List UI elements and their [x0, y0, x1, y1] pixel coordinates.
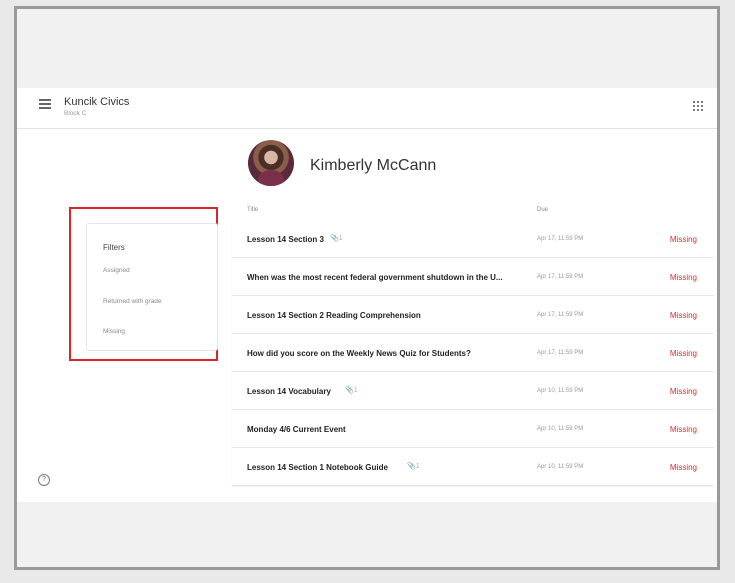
status-missing: Missing: [669, 387, 697, 396]
assignment-title: How did you score on the Weekly News Qui…: [247, 349, 471, 358]
assignment-row[interactable]: Monday 4/6 Current Event Apr 10, 11:59 P…: [232, 410, 713, 448]
classroom-app: Kuncik Civics Block C Filters Assigned R…: [17, 88, 717, 502]
status-missing: Missing: [669, 463, 697, 472]
assignment-title: When was the most recent federal governm…: [247, 273, 503, 282]
assignment-row[interactable]: Lesson 14 Vocabulary 📎1 Apr 10, 11:59 PM…: [232, 372, 713, 410]
column-header-due: Due: [537, 207, 549, 213]
filters-title: Filters: [103, 243, 125, 252]
assignment-due: Apr 17, 11:59 PM: [537, 350, 584, 356]
class-section: Block C: [64, 110, 87, 117]
attachment-count: 1: [353, 387, 358, 394]
attachment-count: 1: [338, 235, 343, 242]
assignment-row[interactable]: Lesson 14 Section 1 Notebook Guide 📎1 Ap…: [232, 448, 713, 486]
assignment-title: Lesson 14 Section 2 Reading Comprehensio…: [247, 311, 421, 320]
attachment-icon: 📎1: [330, 235, 343, 242]
assignment-due: Apr 17, 11:59 PM: [537, 312, 584, 318]
student-name: Kimberly McCann: [310, 157, 437, 174]
avatar: [248, 140, 294, 186]
assignment-due: Apr 17, 11:59 PM: [537, 236, 584, 242]
assignment-title: Lesson 14 Section 1 Notebook Guide: [247, 463, 388, 472]
assignment-row[interactable]: Lesson 14 Section 3 📎1 Apr 17, 11:59 PM …: [232, 220, 713, 258]
hamburger-menu-icon[interactable]: [39, 99, 51, 109]
help-icon[interactable]: ?: [38, 474, 50, 486]
status-missing: Missing: [669, 235, 697, 244]
assignment-due: Apr 10, 11:59 PM: [537, 426, 584, 432]
attachment-icon: 📎1: [345, 387, 358, 394]
status-missing: Missing: [669, 273, 697, 282]
attachment-count: 1: [415, 463, 420, 470]
assignment-list: Lesson 14 Section 3 📎1 Apr 17, 11:59 PM …: [232, 220, 713, 486]
assignment-due: Apr 10, 11:59 PM: [537, 464, 584, 470]
apps-grid-icon[interactable]: [693, 101, 703, 111]
filters-highlight-box: Filters Assigned Returned with grade Mis…: [69, 207, 218, 361]
assignment-title: Lesson 14 Section 3: [247, 235, 324, 244]
assignment-row[interactable]: Lesson 14 Section 2 Reading Comprehensio…: [232, 296, 713, 334]
filter-returned-with-grade[interactable]: Returned with grade: [103, 298, 162, 305]
attachment-icon: 📎1: [407, 463, 420, 470]
filter-missing[interactable]: Missing: [103, 328, 125, 335]
assignment-title: Monday 4/6 Current Event: [247, 425, 346, 434]
filter-assigned[interactable]: Assigned: [103, 267, 130, 274]
status-missing: Missing: [669, 349, 697, 358]
status-missing: Missing: [669, 425, 697, 434]
top-bar: Kuncik Civics Block C: [17, 88, 717, 129]
assignment-due: Apr 17, 11:59 PM: [537, 274, 584, 280]
assignment-row[interactable]: When was the most recent federal governm…: [232, 258, 713, 296]
assignment-due: Apr 10, 11:59 PM: [537, 388, 584, 394]
class-name[interactable]: Kuncik Civics: [64, 96, 129, 108]
status-missing: Missing: [669, 311, 697, 320]
assignment-title: Lesson 14 Vocabulary: [247, 387, 331, 396]
column-header-title: Title: [247, 207, 259, 213]
assignment-row[interactable]: How did you score on the Weekly News Qui…: [232, 334, 713, 372]
filters-panel: Filters Assigned Returned with grade Mis…: [86, 223, 218, 351]
